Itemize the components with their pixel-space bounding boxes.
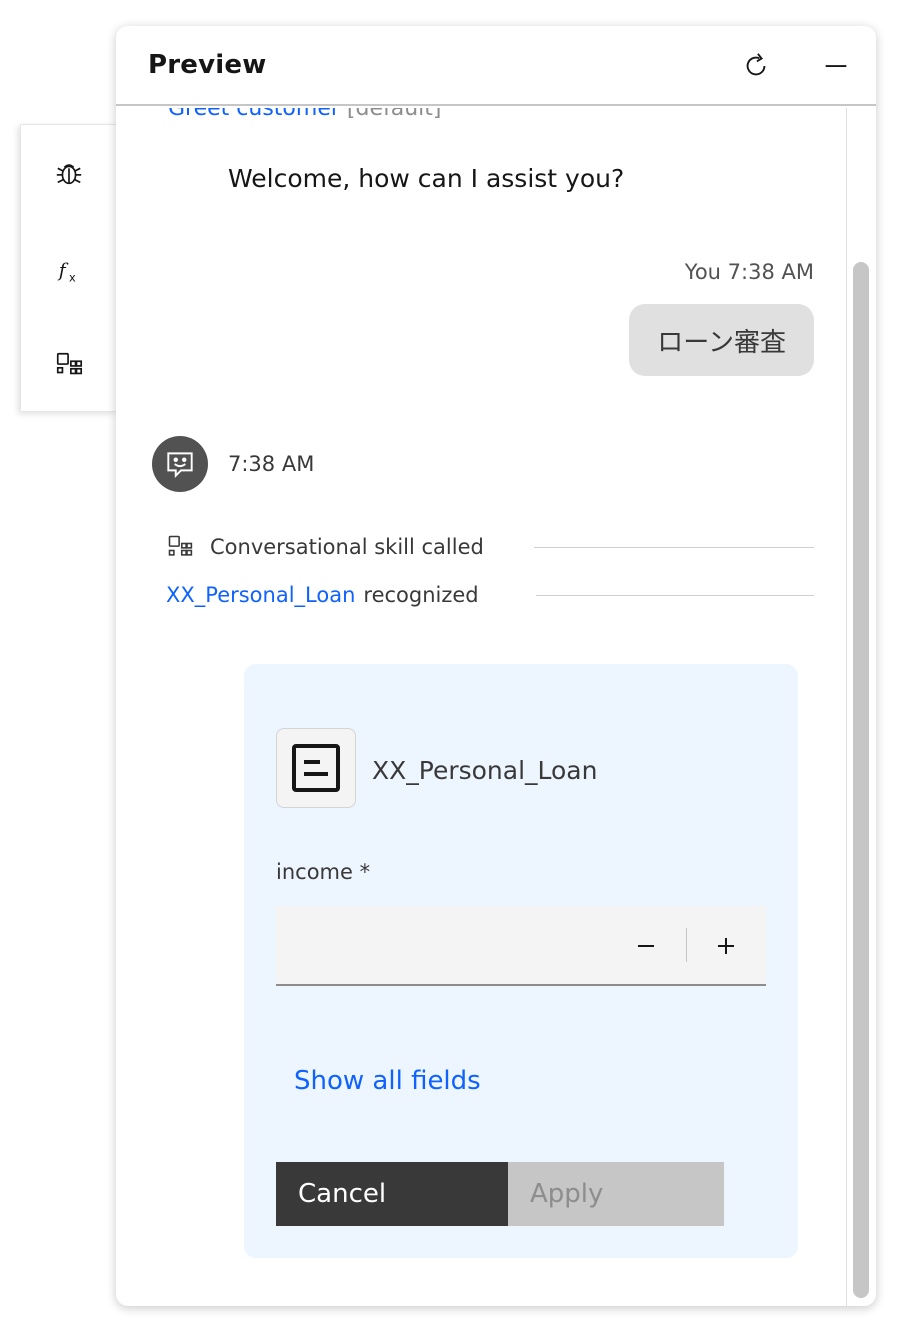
apply-button[interactable]: Apply <box>508 1162 724 1226</box>
form-icon-box <box>276 728 356 808</box>
add-icon <box>718 938 734 954</box>
function-icon: f x <box>57 261 76 285</box>
svg-text:x: x <box>69 271 76 284</box>
event-recognized-text: recognized <box>363 583 479 607</box>
debug-button[interactable] <box>45 149 93 197</box>
bot-welcome-message: Welcome, how can I assist you? <box>228 164 625 193</box>
bot-message-time: 7:38 AM <box>228 452 315 476</box>
income-number-input <box>276 906 766 986</box>
form-document-icon <box>292 744 340 792</box>
event-skill-called-text: Conversational skill called <box>210 535 484 559</box>
bot-chat-icon <box>167 452 193 478</box>
divider-line <box>536 595 814 596</box>
refresh-button[interactable] <box>736 46 776 86</box>
income-field[interactable] <box>276 906 616 984</box>
user-message-meta: You 7:38 AM <box>684 260 814 284</box>
event-skill-called: Conversational skill called <box>166 530 484 564</box>
debug-icon <box>56 164 82 185</box>
minimize-icon <box>825 65 847 67</box>
event-action-recognized: XX_Personal_Loan recognized <box>166 578 479 612</box>
action-link[interactable]: XX_Personal_Loan <box>166 583 355 607</box>
stepper-divider <box>686 928 687 962</box>
bot-avatar <box>152 436 208 492</box>
skill-apps-icon <box>56 352 83 375</box>
action-form-card: XX_Personal_Loan income * Show all field… <box>244 664 798 1258</box>
preview-panel: Preview Greet customer [default] Welcome… <box>116 26 876 1306</box>
decrement-button[interactable] <box>622 922 670 970</box>
minimize-button[interactable] <box>816 46 856 86</box>
increment-button[interactable] <box>702 922 750 970</box>
form-action-name: XX_Personal_Loan <box>372 756 598 785</box>
greet-customer-link[interactable]: Greet customer <box>168 108 340 121</box>
refresh-icon <box>746 53 766 76</box>
show-all-fields-link[interactable]: Show all fields <box>294 1066 481 1096</box>
variables-button[interactable]: f x <box>45 247 93 295</box>
conversation-area[interactable]: Greet customer [default] Welcome, how ca… <box>116 108 876 1306</box>
partial-previous-action: Greet customer [default] <box>168 108 441 121</box>
svg-text:f: f <box>57 261 69 282</box>
user-message-text: ローン審査 <box>657 327 786 358</box>
subtract-icon <box>638 945 654 947</box>
user-message-bubble: ローン審査 <box>629 304 814 376</box>
income-field-label: income * <box>276 860 371 884</box>
default-tag: [default] <box>346 108 442 121</box>
skill-apps-icon <box>168 535 193 556</box>
cancel-button[interactable]: Cancel <box>276 1162 508 1226</box>
panel-header: Preview <box>116 26 876 106</box>
divider-line <box>534 547 814 548</box>
scrollbar-thumb[interactable] <box>853 262 869 1298</box>
side-rail: f x <box>20 124 116 412</box>
panel-title: Preview <box>148 50 267 80</box>
skills-button[interactable] <box>45 341 93 389</box>
